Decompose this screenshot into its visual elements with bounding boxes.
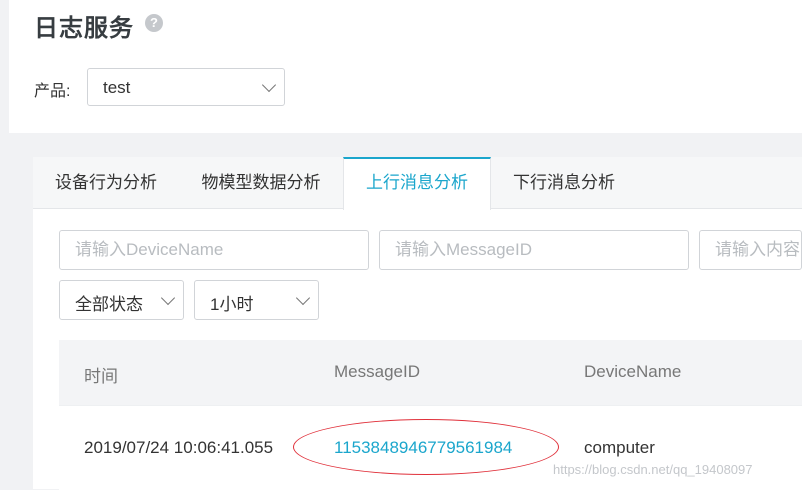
- table-header: 时间 MessageID DeviceName: [59, 340, 802, 405]
- product-select[interactable]: test: [87, 68, 285, 106]
- device-name-input[interactable]: 请输入DeviceName: [59, 230, 369, 270]
- cell-time: 2019/07/24 10:06:41.055: [84, 438, 274, 457]
- tab-thing-model-data[interactable]: 物模型数据分析: [179, 157, 343, 209]
- chevron-down-icon: [295, 290, 311, 306]
- page-title: 日志服务: [34, 15, 134, 42]
- tab-downstream-messages[interactable]: 下行消息分析: [491, 157, 637, 209]
- tab-bar: 设备行为分析 物模型数据分析 上行消息分析 下行消息分析: [33, 157, 802, 210]
- table-row: 2019/07/24 10:06:41.055 1153848946779561…: [59, 405, 802, 490]
- column-header-time: 时间: [84, 367, 118, 386]
- tab-device-behavior[interactable]: 设备行为分析: [33, 157, 179, 209]
- status-select-value: 全部状态: [75, 295, 143, 314]
- time-range-select-value: 1小时: [210, 295, 254, 314]
- column-header-message-id: MessageID: [334, 362, 420, 381]
- chevron-down-icon: [160, 290, 176, 306]
- time-range-select[interactable]: 1小时: [194, 280, 319, 320]
- cell-message-id-link[interactable]: 1153848946779561984: [334, 438, 512, 458]
- column-header-device-name: DeviceName: [584, 362, 682, 381]
- chevron-down-icon: [261, 77, 277, 93]
- content-input[interactable]: 请输入内容: [699, 230, 802, 270]
- product-select-value: test: [103, 78, 131, 97]
- product-label: 产品:: [34, 83, 71, 100]
- watermark: https://blog.csdn.net/qq_19408097: [553, 462, 753, 477]
- main-panel: 设备行为分析 物模型数据分析 上行消息分析 下行消息分析 请输入DeviceNa…: [33, 157, 802, 490]
- help-icon[interactable]: ?: [145, 14, 163, 32]
- message-id-input[interactable]: 请输入MessageID: [379, 230, 689, 270]
- tab-upstream-messages[interactable]: 上行消息分析: [343, 157, 491, 210]
- cell-device-name: computer: [584, 438, 655, 457]
- status-select[interactable]: 全部状态: [59, 280, 184, 320]
